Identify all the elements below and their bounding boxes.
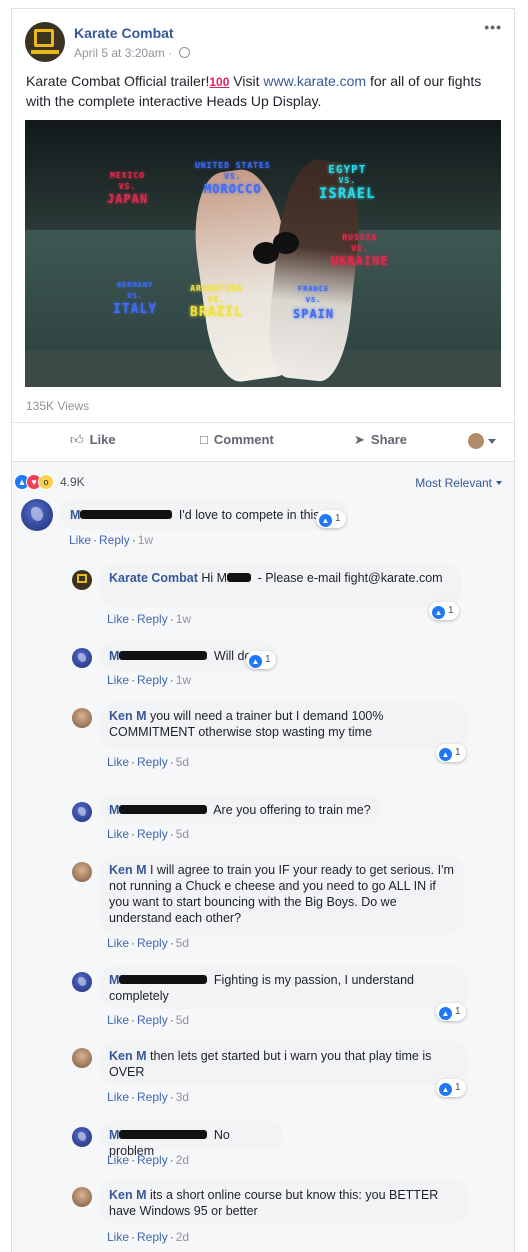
redacted-name [80,510,173,519]
commenter-avatar[interactable] [72,972,92,992]
commenter-avatar[interactable] [72,648,92,668]
page-avatar[interactable] [25,22,65,62]
post-actions-bar: 👍︎ Like □ Comment ➤ Share [12,422,514,461]
caret-down-icon [488,439,496,444]
redacted-name [119,805,208,814]
commenter-avatar[interactable] [72,862,92,882]
view-count: 135K Views [26,399,90,413]
post-text: Karate Combat Official trailer!100 Visit… [26,73,482,109]
redacted-name [119,975,208,984]
commenter-avatar[interactable] [72,708,92,728]
comment-meta: Like · Reply · 3d [107,1090,190,1104]
redacted-name [119,1130,208,1139]
commenter-avatar[interactable] [72,570,92,590]
redacted-name [119,651,208,660]
comment-like-link[interactable]: Like [69,533,91,547]
comment-reply-link[interactable]: Reply [99,533,130,547]
commenter-avatar[interactable] [72,1187,92,1207]
overlay-argentina-brazil: ARGENTINA VS. BRAZIL [190,284,243,320]
comment-reactions[interactable]: ▲ 1 [246,651,276,669]
comment-meta: Like · Reply · 5d [107,827,190,841]
commenter-avatar[interactable] [72,802,92,822]
video-player[interactable]: MEXICO VS. JAPAN UNITED STATES VS. MOROCCO E… [25,120,501,387]
commenter-avatar[interactable] [72,1127,92,1147]
like-reaction-icon: ▲ [319,514,332,527]
comment-meta: Like · Reply · 5d [107,1013,190,1027]
post-timestamp[interactable]: April 5 at 3:20am · [74,46,191,60]
comment-meta: Like · Reply · 2d [107,1230,190,1244]
wow-reaction-icon: o [38,474,54,490]
comment-reactions[interactable]: ▲ 1 [436,1079,466,1097]
comment-reactions[interactable]: ▲ 1 [316,510,346,528]
comment-meta: Like · Reply · 1w [69,533,154,547]
comment-bubble: Ken M its a short online course but know… [99,1180,469,1224]
globe-icon [179,47,191,58]
share-button[interactable]: ➤ Share [354,432,407,448]
ellipsis-icon[interactable]: ••• [484,19,502,35]
comment-bubble: M No problem [99,1120,283,1158]
post-card: Karate Combat April 5 at 3:20am · ••• Ka… [11,8,515,462]
comment-bubble: M I'd love to compete in this [60,500,348,530]
speech-bubble-icon: □ [200,432,208,447]
overlay-russia-ukraine: RUSSIA VS. UKRAINE [331,233,389,268]
comment-meta: Like · Reply · 1w [107,612,192,626]
overlay-mexico-japan: MEXICO VS. JAPAN [107,171,149,206]
redacted-name [227,573,252,582]
comment-reactions[interactable]: ▲ 1 [436,744,466,762]
comment-meta: Like · Reply · 5d [107,936,190,950]
page-name-link[interactable]: Karate Combat [74,25,174,41]
react-as-dropdown[interactable] [468,433,498,451]
comment-meta: Like · Reply · 5d [107,755,190,769]
karate-combat-logo [34,29,54,47]
comment-bubble: Ken M I will agree to train you IF your … [99,855,465,935]
reaction-count: 4.9K [60,475,85,489]
comment-bubble: Karate Combat Hi M - Please e-mail fight… [99,563,462,607]
like-button[interactable]: 👍︎ Like [70,432,116,448]
overlay-germany-italy: GERMANY VS. ITALY [113,281,158,317]
overlay-france-spain: FRANCE VS. SPAIN [293,285,335,321]
overlay-usa-morocco: UNITED STATES VS. MOROCCO [195,161,271,196]
comment-sort-dropdown[interactable]: Most Relevant [415,476,502,490]
commenter-avatar[interactable] [72,1048,92,1068]
comment-bubble: Ken M you will need a trainer but I dema… [99,701,469,749]
share-arrow-icon: ➤ [354,432,365,447]
comment-button[interactable]: □ Comment [200,432,274,447]
comment-bubble: Ken M then lets get started but i warn y… [99,1041,469,1085]
hundred-points-icon: 100 [209,75,230,89]
comment-bubble: M Are you offering to train me? [99,795,381,825]
user-avatar [468,433,484,449]
overlay-egypt-israel: EGYPT VS. ISRAEL [319,163,376,202]
comment-meta: Like · Reply · 2d [107,1153,190,1167]
caret-down-icon [496,481,502,485]
comment-bubble: M Fighting is my passion, I understand c… [99,965,469,1009]
timestamp-text[interactable]: April 5 at 3:20am [74,46,165,60]
comment-reactions[interactable]: ▲ 1 [429,602,459,620]
comment-reactions[interactable]: ▲ 1 [436,1003,466,1021]
comment-meta: Like · Reply · 1w [107,673,192,687]
commenter-avatar[interactable] [21,499,53,531]
karate-link[interactable]: www.karate.com [263,73,366,89]
thumbs-up-icon: 👍︎ [70,432,84,447]
